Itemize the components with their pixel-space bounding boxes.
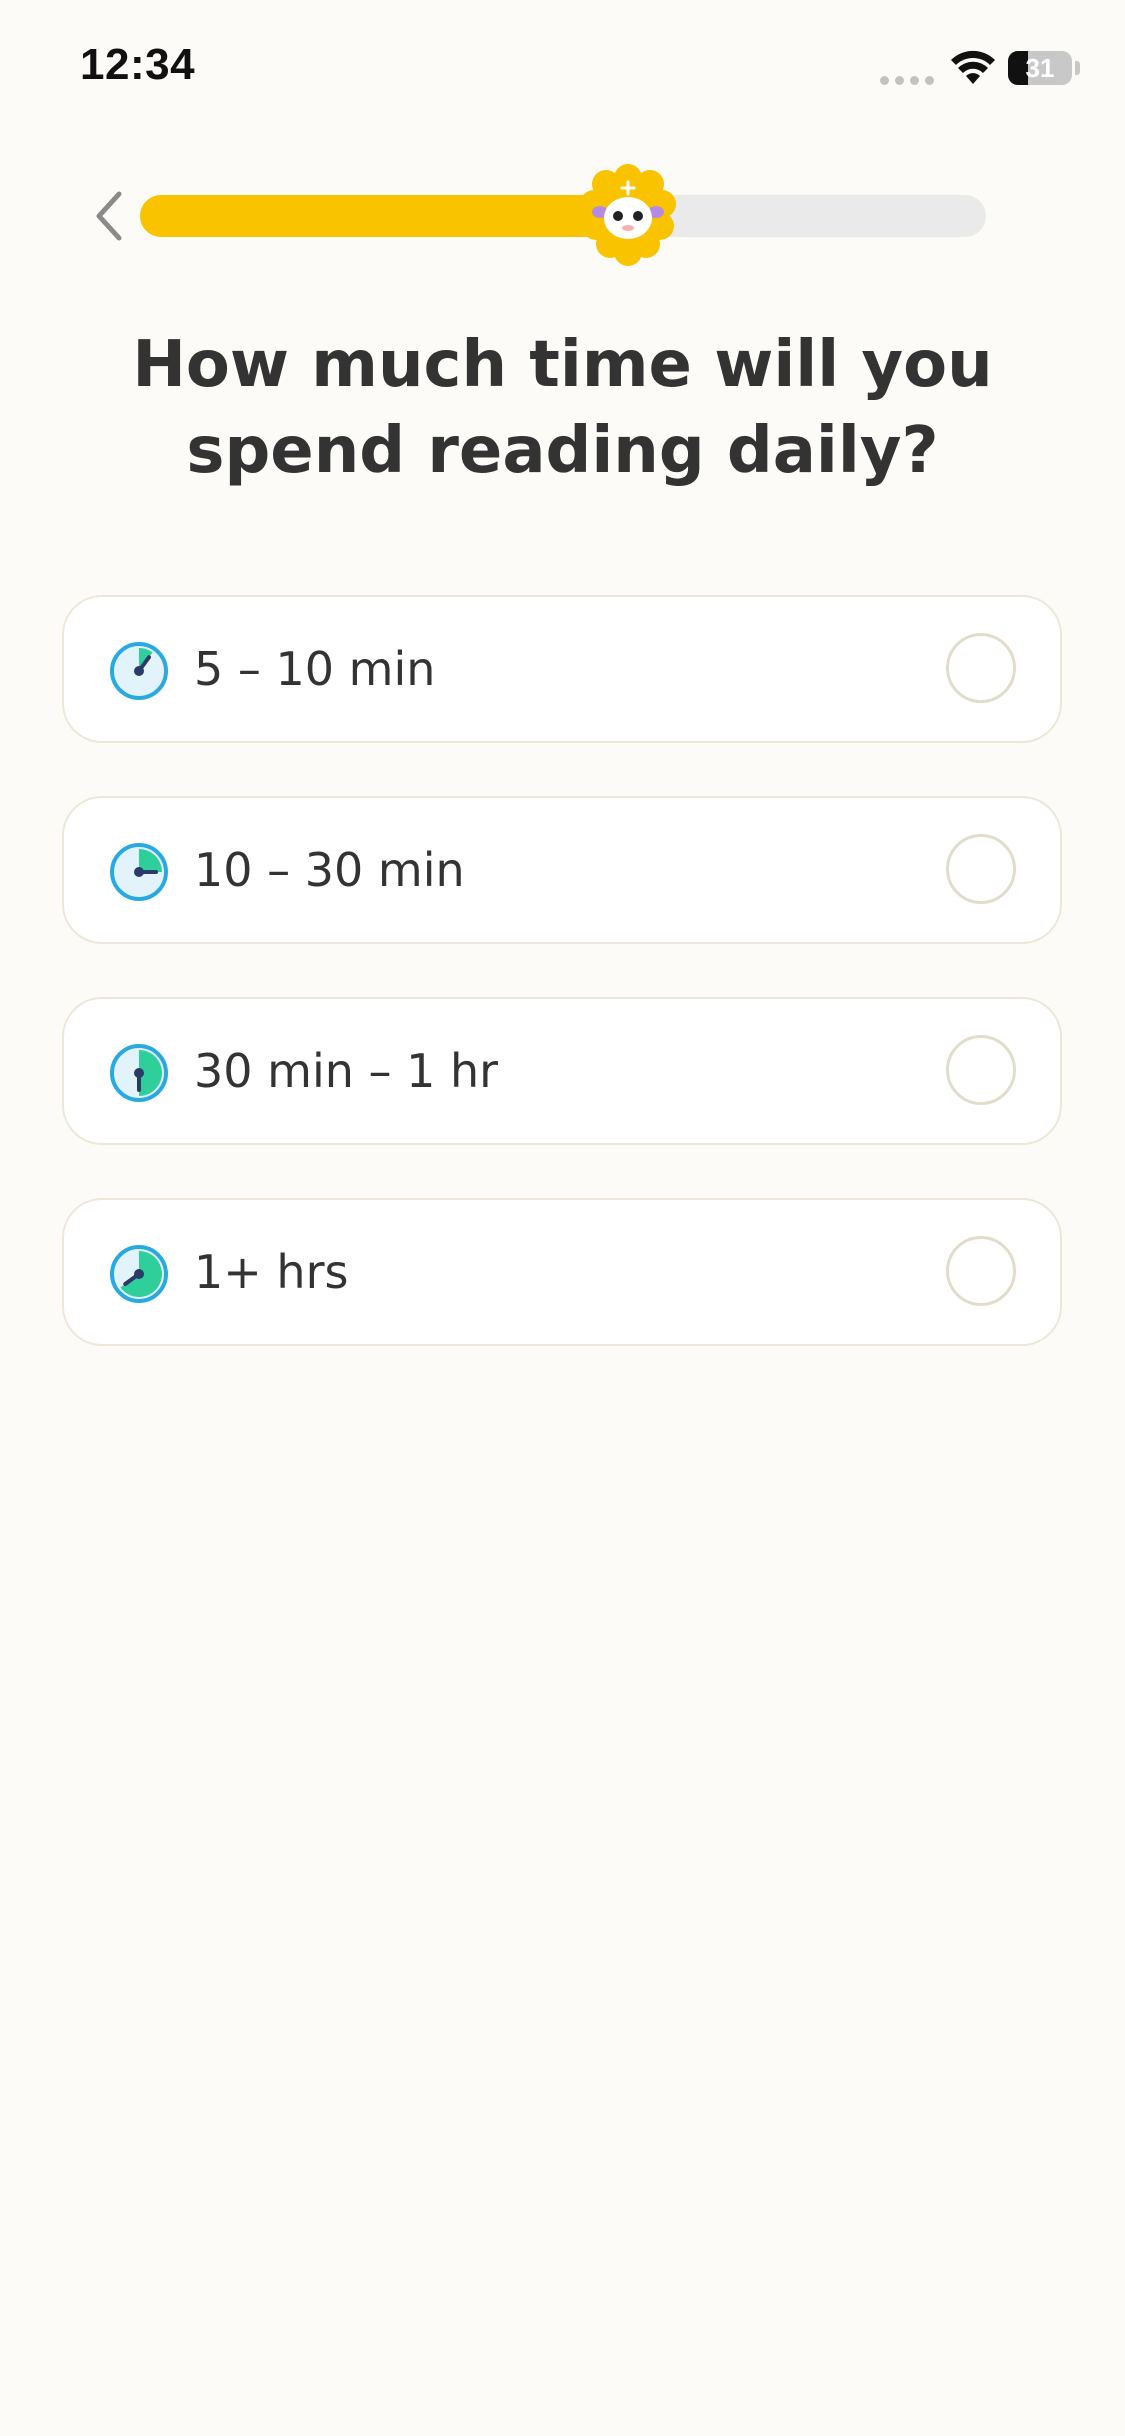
wifi-icon xyxy=(951,50,995,84)
question-title: How much time will you spend reading dai… xyxy=(132,328,993,488)
progress-fill xyxy=(140,195,648,237)
status-time: 12:34 xyxy=(80,40,196,89)
timer-center xyxy=(134,1068,144,1078)
sheep-mascot-icon xyxy=(579,164,676,266)
option-label: 5 – 10 min xyxy=(194,642,436,696)
option-10-30-min[interactable]: 10 – 30 min xyxy=(62,796,1062,944)
battery-icon: 31 xyxy=(1008,51,1072,85)
option-label: 30 min – 1 hr xyxy=(194,1044,499,1098)
timer-icon xyxy=(110,642,168,700)
timer-icon xyxy=(110,1044,168,1102)
back-button[interactable] xyxy=(84,184,134,248)
radio-button[interactable] xyxy=(946,834,1016,904)
options-list: 5 – 10 min 10 – 30 min 30 min – 1 hr 1+ … xyxy=(62,595,1064,1399)
option-5-10-min[interactable]: 5 – 10 min xyxy=(62,595,1062,743)
timer-icon xyxy=(110,843,168,901)
timer-center xyxy=(134,666,144,676)
radio-button[interactable] xyxy=(946,1236,1016,1306)
option-30-min-1-hr[interactable]: 30 min – 1 hr xyxy=(62,997,1062,1145)
timer-center xyxy=(134,867,144,877)
radio-button[interactable] xyxy=(946,633,1016,703)
radio-button[interactable] xyxy=(946,1035,1016,1105)
timer-icon xyxy=(110,1245,168,1303)
status-bar: 12:34 31 xyxy=(0,0,1125,135)
chevron-left-icon xyxy=(96,191,122,241)
cellular-signal-icon xyxy=(880,76,936,86)
timer-center xyxy=(134,1269,144,1279)
progress-bar xyxy=(140,195,986,237)
option-label: 10 – 30 min xyxy=(194,843,465,897)
option-label: 1+ hrs xyxy=(194,1245,349,1299)
battery-level: 31 xyxy=(1025,53,1055,83)
battery-cap xyxy=(1075,61,1080,75)
option-1-plus-hrs[interactable]: 1+ hrs xyxy=(62,1198,1062,1346)
